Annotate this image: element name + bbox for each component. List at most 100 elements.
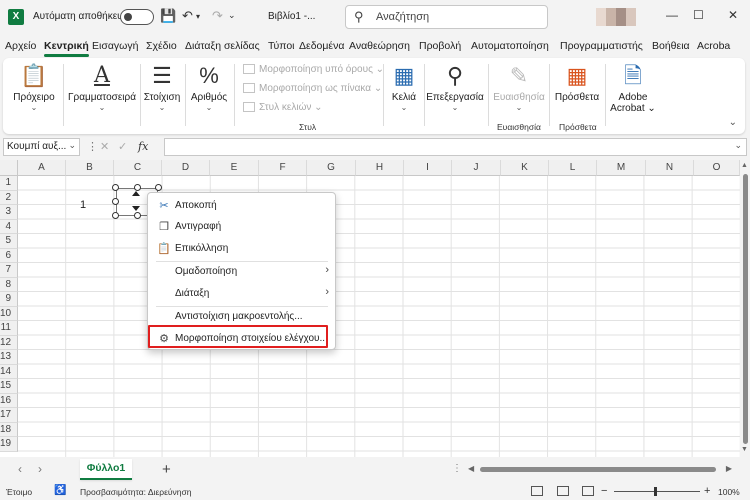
row-header-6[interactable]: 6 [0,248,18,263]
formula-input[interactable]: ⌄ [164,138,747,156]
page-break-view-button[interactable] [582,486,594,496]
column-header-k[interactable]: K [501,160,549,176]
accessibility-status[interactable]: Προσβασιμότητα: Διερεύνηση [80,487,191,497]
format-as-table-button[interactable]: Μορφοποίηση ως πίνακα ⌄ [243,83,382,94]
save-icon[interactable]: 💾 [160,8,176,24]
menu-item-assign-macro[interactable]: Αντιστοίχιση μακροεντολής... [148,306,335,327]
ribbon-collapse-icon[interactable]: ⌄ [729,117,737,128]
maximize-button[interactable]: ☐ [693,8,704,22]
spin-up-arrow-icon[interactable] [132,191,140,196]
adobe-acrobat-button[interactable]: 🗎 Adobe Acrobat ⌄ [607,62,659,114]
scroll-left-icon[interactable]: ◀ [468,464,474,473]
menu-item-paste[interactable]: 📋 Επικόλληση [148,238,335,259]
tab-insert[interactable]: Εισαγωγή [92,40,138,52]
resize-handle[interactable] [112,198,119,205]
cancel-icon[interactable]: ✕ [100,140,109,153]
row-header-7[interactable]: 7 [0,263,18,278]
add-sheet-button[interactable]: + [162,461,171,478]
close-button[interactable]: ✕ [728,8,738,22]
redo-icon[interactable]: ↷ [212,8,223,24]
resize-handle[interactable] [155,184,162,191]
column-header-m[interactable]: M [597,160,646,176]
row-header-15[interactable]: 15 [0,379,18,394]
document-title[interactable]: Βιβλίο1 -... [268,11,315,22]
zoom-out-button[interactable]: − [601,485,607,497]
column-header-o[interactable]: O [694,160,740,176]
column-header-c[interactable]: C [114,160,162,176]
row-header-2[interactable]: 2 [0,190,18,205]
column-header-b[interactable]: B [66,160,114,176]
column-header-e[interactable]: E [210,160,259,176]
tab-formulas[interactable]: Τύποι [268,40,295,52]
scroll-down-icon[interactable]: ▼ [741,446,748,453]
number-button[interactable]: % Αριθμός ⌄ [187,62,231,112]
resize-handle[interactable] [134,212,141,219]
page-layout-view-button[interactable] [557,486,569,496]
tab-review[interactable]: Αναθεώρηση [349,40,410,52]
row-header-1[interactable]: 1 [0,176,18,191]
account-avatar[interactable] [596,8,636,26]
spin-down-arrow-icon[interactable] [132,206,140,211]
resize-handle[interactable] [112,212,119,219]
scroll-up-icon[interactable]: ▲ [741,162,748,169]
row-header-4[interactable]: 4 [0,219,18,234]
more-options-icon[interactable]: ⋮ [87,140,98,153]
zoom-slider[interactable] [614,491,700,492]
row-header-3[interactable]: 3 [0,205,18,220]
autosave-toggle[interactable] [120,9,154,25]
column-header-l[interactable]: L [549,160,597,176]
resize-handle[interactable] [134,184,141,191]
row-header-5[interactable]: 5 [0,234,18,249]
font-button[interactable]: A Γραμματοσειρά ⌄ [66,62,138,112]
column-header-i[interactable]: I [404,160,452,176]
cells-button[interactable]: ▦ Κελιά ⌄ [386,62,422,112]
minimize-button[interactable]: — [666,8,678,22]
tab-developer[interactable]: Προγραμματιστής [560,40,643,52]
row-header-11[interactable]: 11 [0,321,18,336]
worksheet-grid[interactable]: A B C D E F G H I J K L M N O 1 2 3 4 5 … [0,160,740,457]
search-box[interactable]: ⚲ Αναζήτηση [345,5,548,29]
column-header-f[interactable]: F [259,160,307,176]
tab-draw[interactable]: Σχέδιο [146,40,177,52]
editing-button[interactable]: ⚲ Επεξεργασία ⌄ [426,62,484,112]
fx-icon[interactable]: fx [138,140,148,153]
scroll-right-icon[interactable]: ▶ [726,464,732,473]
column-header-n[interactable]: N [646,160,694,176]
sheet-tab-1[interactable]: Φύλλο1 [80,459,132,480]
sensitivity-button[interactable]: ✎ Ευαισθησία ⌄ [490,62,548,112]
resize-handle[interactable] [112,184,119,191]
accessibility-icon[interactable]: ♿ [54,485,66,496]
row-header-12[interactable]: 12 [0,335,18,350]
vertical-scrollbar[interactable]: ▲ ▼ [740,160,750,457]
cell-styles-button[interactable]: Στυλ κελιών ⌄ [243,102,323,113]
conditional-formatting-button[interactable]: Μορφοποίηση υπό όρους ⌄ [243,64,384,75]
horizontal-scrollbar[interactable]: ◀ ▶ [468,464,732,475]
clipboard-button[interactable]: 📋 Πρόχειρο ⌄ [9,62,59,112]
undo-dropdown-icon[interactable]: ▾ [196,12,200,21]
row-header-14[interactable]: 14 [0,364,18,379]
addins-button[interactable]: ▦ Πρόσθετα [551,62,603,103]
column-header-g[interactable]: G [307,160,356,176]
cell-gridlines[interactable] [18,176,740,457]
alignment-button[interactable]: ☰ Στοίχιση ⌄ [141,62,183,112]
row-header-19[interactable]: 19 [0,437,18,452]
row-header-8[interactable]: 8 [0,277,18,292]
sheet-next-icon[interactable]: › [38,462,42,476]
undo-icon[interactable]: ↶ [182,8,193,24]
tab-view[interactable]: Προβολή [419,40,461,52]
tab-automate[interactable]: Αυτοματοποίηση [471,40,549,52]
row-header-10[interactable]: 10 [0,306,18,321]
menu-item-cut[interactable]: ✂ Αποκοπή [148,195,335,216]
row-header-17[interactable]: 17 [0,408,18,423]
zoom-in-button[interactable]: + [704,485,710,497]
tab-data[interactable]: Δεδομένα [299,40,344,52]
cell-b3-value[interactable]: 1 [80,199,86,211]
row-header-9[interactable]: 9 [0,292,18,307]
name-box[interactable]: Κουμπί αυξ... ⌄ [3,138,80,156]
enter-icon[interactable]: ✓ [118,140,127,153]
quick-access-more-icon[interactable]: ⌄ [228,10,236,21]
zoom-slider-knob[interactable] [654,487,657,496]
select-all-corner[interactable] [0,160,18,176]
column-header-a[interactable]: A [18,160,66,176]
menu-item-copy[interactable]: ❐ Αντιγραφή [148,216,335,237]
